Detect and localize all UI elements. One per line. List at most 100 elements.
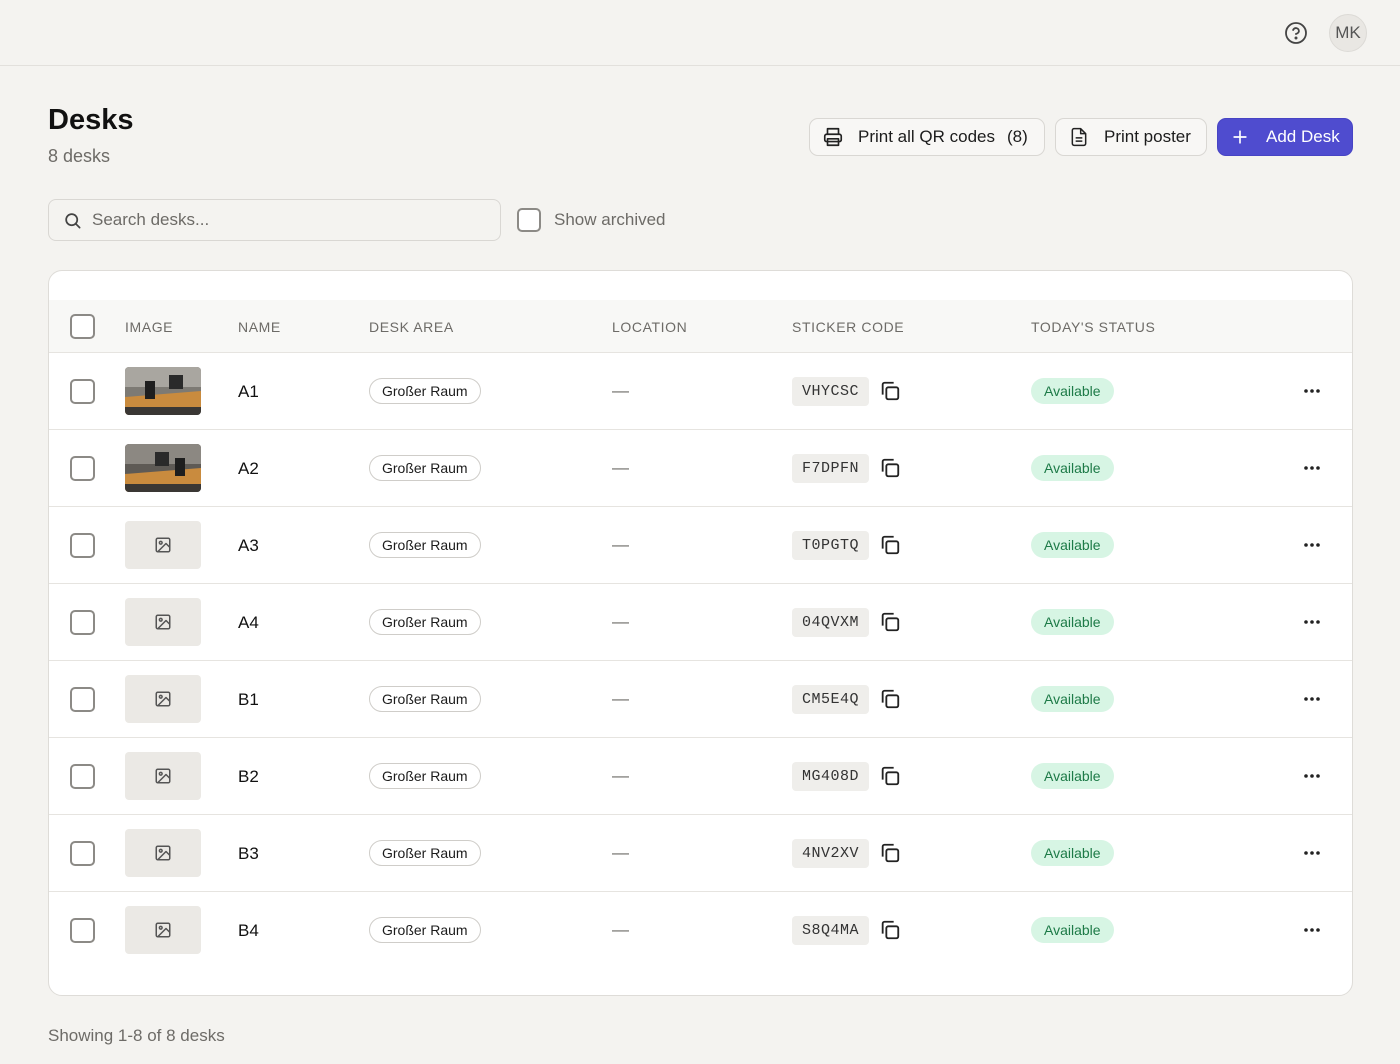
select-all-checkbox[interactable]	[70, 314, 95, 339]
copy-sticker-code-button[interactable]	[879, 842, 901, 864]
row-select-checkbox[interactable]	[70, 918, 95, 943]
desk-name[interactable]: A4	[238, 613, 259, 633]
desk-location: —	[612, 843, 629, 862]
row-actions-menu-button[interactable]	[1300, 766, 1324, 786]
desk-image[interactable]	[125, 367, 201, 415]
column-header-sticker-code: STICKER CODE	[792, 319, 905, 335]
row-select-checkbox[interactable]	[70, 687, 95, 712]
document-icon	[1071, 127, 1087, 147]
table-row[interactable]: A2 Großer Raum — F7DPFN Available	[49, 430, 1352, 507]
row-actions-menu-button[interactable]	[1300, 535, 1324, 555]
add-desk-button[interactable]: Add Desk	[1217, 118, 1353, 156]
desk-location: —	[612, 766, 629, 785]
desk-image[interactable]	[125, 444, 201, 492]
desk-name[interactable]: B4	[238, 921, 259, 941]
desk-name[interactable]: B3	[238, 844, 259, 864]
table-row[interactable]: A3 Großer Raum — T0PGTQ Available	[49, 507, 1352, 584]
image-placeholder-icon	[155, 845, 171, 861]
status-badge: Available	[1031, 763, 1114, 789]
row-actions-menu-button[interactable]	[1300, 843, 1324, 863]
row-select-checkbox[interactable]	[70, 764, 95, 789]
add-desk-label: Add Desk	[1266, 127, 1340, 146]
sticker-code: T0PGTQ	[792, 531, 870, 560]
copy-sticker-code-button[interactable]	[879, 765, 901, 787]
image-placeholder-icon	[155, 691, 171, 707]
table-row[interactable]: A4 Großer Raum — 04QVXM Available	[49, 584, 1352, 661]
status-badge: Available	[1031, 532, 1114, 558]
row-select-checkbox[interactable]	[70, 610, 95, 635]
image-placeholder-icon	[155, 922, 171, 938]
print-poster-button[interactable]: Print poster	[1055, 118, 1207, 156]
status-badge: Available	[1031, 455, 1114, 481]
desk-name[interactable]: B1	[238, 690, 259, 710]
table-row[interactable]: B1 Großer Raum — CM5E4Q Available	[49, 661, 1352, 738]
desk-location: —	[612, 535, 629, 554]
image-placeholder-icon	[155, 768, 171, 784]
sticker-code: 04QVXM	[792, 608, 870, 637]
help-button[interactable]	[1283, 20, 1309, 46]
copy-sticker-code-button[interactable]	[879, 611, 901, 633]
column-header-name: NAME	[238, 319, 281, 335]
row-actions-menu-button[interactable]	[1300, 612, 1324, 632]
sticker-code: VHYCSC	[792, 377, 870, 406]
row-actions-menu-button[interactable]	[1300, 458, 1324, 478]
desk-area-badge: Großer Raum	[369, 378, 481, 404]
desk-image[interactable]	[125, 752, 201, 800]
desk-location: —	[612, 458, 629, 477]
print-all-qr-codes-button[interactable]: Print all QR codes (8)	[809, 118, 1045, 156]
desk-name[interactable]: A3	[238, 536, 259, 556]
desk-image[interactable]	[125, 906, 201, 954]
desk-area-badge: Großer Raum	[369, 609, 481, 635]
show-archived-checkbox[interactable]	[517, 208, 541, 232]
show-archived-label: Show archived	[554, 210, 666, 229]
pagination-summary: Showing 1-8 of 8 desks	[48, 1026, 225, 1045]
more-horizontal-icon	[1304, 543, 1320, 547]
desk-location: —	[612, 612, 629, 631]
copy-sticker-code-button[interactable]	[879, 534, 901, 556]
copy-icon	[881, 381, 900, 401]
desk-image[interactable]	[125, 829, 201, 877]
desk-image[interactable]	[125, 675, 201, 723]
print-qr-label: Print all QR codes	[858, 127, 995, 146]
user-avatar[interactable]: MK	[1329, 14, 1367, 52]
print-poster-label: Print poster	[1104, 127, 1191, 146]
desk-location: —	[612, 689, 629, 708]
row-actions-menu-button[interactable]	[1300, 689, 1324, 709]
row-select-checkbox[interactable]	[70, 456, 95, 481]
copy-sticker-code-button[interactable]	[879, 688, 901, 710]
row-select-checkbox[interactable]	[70, 379, 95, 404]
desk-count: 8 desks	[48, 146, 111, 166]
desk-name[interactable]: A2	[238, 459, 259, 479]
copy-sticker-code-button[interactable]	[879, 380, 901, 402]
image-placeholder-icon	[155, 614, 171, 630]
status-badge: Available	[1031, 609, 1114, 635]
sticker-code: S8Q4MA	[792, 916, 870, 945]
more-horizontal-icon	[1304, 928, 1320, 932]
status-badge: Available	[1031, 378, 1114, 404]
desk-name[interactable]: A1	[238, 382, 259, 402]
desk-name[interactable]: B2	[238, 767, 259, 787]
row-select-checkbox[interactable]	[70, 841, 95, 866]
more-horizontal-icon	[1304, 389, 1320, 393]
search-box	[48, 199, 501, 241]
copy-sticker-code-button[interactable]	[879, 457, 901, 479]
row-select-checkbox[interactable]	[70, 533, 95, 558]
table-row[interactable]: B4 Großer Raum — S8Q4MA Available	[49, 892, 1352, 969]
row-actions-menu-button[interactable]	[1300, 381, 1324, 401]
more-horizontal-icon	[1304, 774, 1320, 778]
desk-image[interactable]	[125, 598, 201, 646]
search-input[interactable]	[92, 210, 472, 230]
help-circle-icon	[1285, 22, 1307, 44]
column-header-location: LOCATION	[612, 319, 688, 335]
table-row[interactable]: B2 Großer Raum — MG408D Available	[49, 738, 1352, 815]
copy-icon	[881, 766, 900, 786]
table-row[interactable]: B3 Großer Raum — 4NV2XV Available	[49, 815, 1352, 892]
row-actions-menu-button[interactable]	[1300, 920, 1324, 940]
top-bar: MK	[0, 0, 1400, 66]
copy-sticker-code-button[interactable]	[879, 919, 901, 941]
desk-area-badge: Großer Raum	[369, 763, 481, 789]
more-horizontal-icon	[1304, 697, 1320, 701]
table-row[interactable]: A1 Großer Raum — VHYCSC Available	[49, 353, 1352, 430]
desk-image[interactable]	[125, 521, 201, 569]
sticker-code: MG408D	[792, 762, 870, 791]
